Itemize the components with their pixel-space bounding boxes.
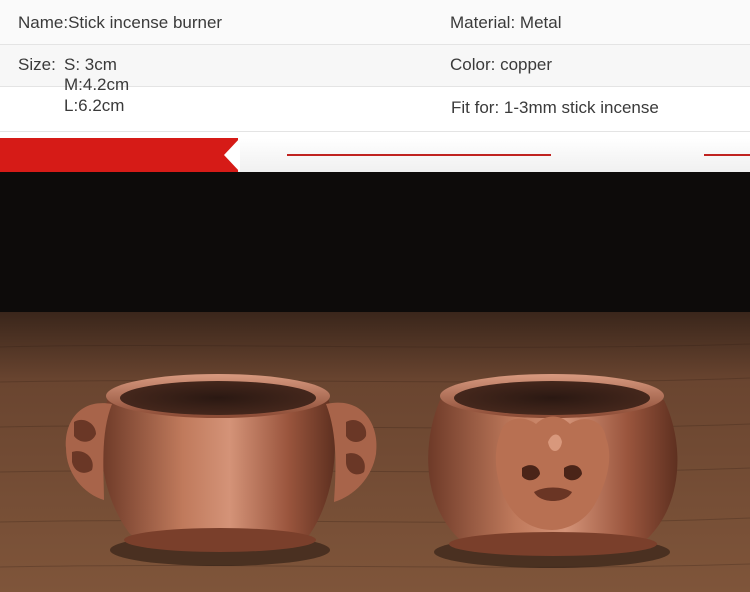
burner-right xyxy=(428,374,678,568)
row-divider xyxy=(0,44,750,45)
product-illustration xyxy=(0,172,750,592)
spec-size-label: Size: xyxy=(18,55,56,74)
product-photo xyxy=(0,172,750,592)
spec-material: Material: Metal xyxy=(450,13,562,32)
spec-fit: Fit for: 1-3mm stick incense xyxy=(451,98,659,117)
spec-table: Name:Stick incense burner Material: Meta… xyxy=(0,0,750,132)
red-rule-right xyxy=(704,154,750,156)
spec-size-s: S: 3cm xyxy=(64,55,117,74)
section-divider-band xyxy=(0,132,750,172)
spec-color: Color: copper xyxy=(450,55,553,74)
red-rule-left xyxy=(287,154,551,156)
spec-name: Name:Stick incense burner xyxy=(18,13,223,32)
spec-size-l: L:6.2cm xyxy=(64,96,125,115)
red-tab-notch xyxy=(224,138,240,172)
red-tab xyxy=(0,138,238,172)
spec-size-m: M:4.2cm xyxy=(64,75,130,94)
